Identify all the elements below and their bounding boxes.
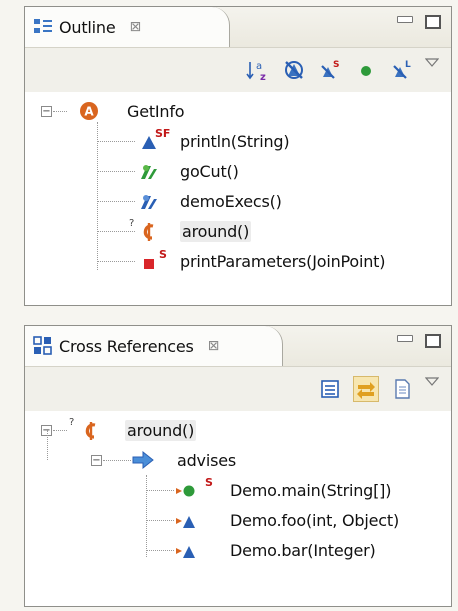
cross-references-tab[interactable]: Cross References ⊠	[25, 326, 283, 366]
tree-item[interactable]: Demo.foo(int, Object)	[25, 505, 451, 535]
collapse-all-icon[interactable]	[317, 376, 343, 402]
collapse-toggle[interactable]: −	[91, 455, 102, 466]
static-badge: S	[205, 476, 213, 489]
tree-item[interactable]: S Demo.main(String[])	[25, 475, 451, 505]
tree-item-label: Demo.main(String[])	[230, 480, 392, 500]
tree-item-label: around()	[180, 220, 252, 242]
link-with-editor-icon[interactable]	[353, 376, 379, 402]
tree-item-label: around()	[125, 419, 197, 441]
private-method-icon	[137, 251, 161, 275]
cross-references-view: Cross References ⊠ − ? around() − advise…	[24, 325, 452, 607]
hide-non-public-icon[interactable]	[353, 57, 379, 83]
pointcut-blue-icon	[137, 190, 161, 214]
maximize-icon[interactable]	[425, 334, 441, 348]
tree-item[interactable]: SF println(String)	[25, 126, 451, 156]
tree-item-label: Demo.foo(int, Object)	[230, 510, 399, 530]
tree-item-label: goCut()	[180, 161, 239, 181]
tree-item-label: Demo.bar(Integer)	[230, 540, 376, 560]
cross-references-tab-title: Cross References	[59, 336, 194, 356]
tree-item[interactable]: demoExecs()	[25, 186, 451, 216]
aspect-icon: A	[77, 99, 101, 123]
outline-tree: − A GetInfo SF println(String) goCut() d…	[25, 92, 451, 276]
outline-toolbar: a z S L	[25, 48, 451, 92]
tree-item[interactable]: S printParameters(JoinPoint)	[25, 246, 451, 276]
advice-prefix-mark: ?	[129, 218, 135, 229]
svg-text:L: L	[405, 60, 411, 70]
show-file-icon[interactable]	[389, 376, 415, 402]
tree-item[interactable]: goCut()	[25, 156, 451, 186]
svg-text:z: z	[260, 72, 266, 82]
outline-tab[interactable]: Outline ⊠	[25, 7, 230, 47]
relation-item[interactable]: − advises	[25, 430, 451, 475]
around-advice-icon	[137, 220, 161, 244]
minimize-icon[interactable]	[397, 334, 413, 342]
collapse-toggle[interactable]: −	[41, 106, 52, 117]
advises-arrow-icon	[131, 448, 155, 472]
advice-prefix-mark: ?	[69, 417, 75, 428]
view-menu-icon[interactable]	[425, 377, 439, 391]
tree-item[interactable]: ? around()	[25, 216, 451, 246]
advised-method-icon	[175, 509, 199, 533]
static-badge: S	[159, 248, 167, 261]
minimize-icon[interactable]	[397, 15, 413, 23]
cross-references-toolbar	[25, 367, 451, 411]
advised-method-icon	[175, 539, 199, 563]
close-icon[interactable]: ⊠	[129, 19, 141, 35]
hide-static-icon[interactable]: S	[317, 57, 343, 83]
hide-fields-icon[interactable]	[281, 57, 307, 83]
tree-item-label: GetInfo	[127, 101, 185, 121]
cross-references-tabbar: Cross References ⊠	[25, 326, 451, 367]
tree-item-label: demoExecs()	[180, 191, 282, 211]
tree-item[interactable]: Demo.bar(Integer)	[25, 535, 451, 565]
maximize-icon[interactable]	[425, 15, 441, 29]
pointcut-green-icon	[137, 160, 161, 184]
cross-references-tree: − ? around() − advises S Demo.main(Strin…	[25, 411, 451, 565]
tree-item-root[interactable]: − A GetInfo	[25, 96, 451, 126]
relation-label: advises	[177, 450, 236, 470]
svg-text:a: a	[256, 61, 262, 72]
around-advice-icon	[79, 419, 103, 443]
svg-text:A: A	[84, 105, 94, 119]
tree-item-root[interactable]: − ? around()	[25, 415, 451, 445]
advised-public-method-icon	[175, 479, 199, 503]
svg-text:S: S	[333, 60, 339, 70]
tree-item-label: println(String)	[180, 131, 290, 151]
close-icon[interactable]: ⊠	[208, 338, 220, 354]
static-final-badge: SF	[155, 127, 171, 140]
outline-tabbar: Outline ⊠	[25, 7, 451, 48]
outline-view: Outline ⊠ a z S L − A GetInfo SF println…	[24, 6, 452, 306]
cross-references-view-icon	[33, 336, 53, 356]
outline-view-icon	[33, 17, 53, 37]
hide-local-types-icon[interactable]: L	[389, 57, 415, 83]
outline-tab-title: Outline	[59, 17, 116, 37]
tree-item-label: printParameters(JoinPoint)	[180, 251, 386, 271]
sort-alpha-icon[interactable]: a z	[245, 57, 271, 83]
view-menu-icon[interactable]	[425, 58, 439, 72]
